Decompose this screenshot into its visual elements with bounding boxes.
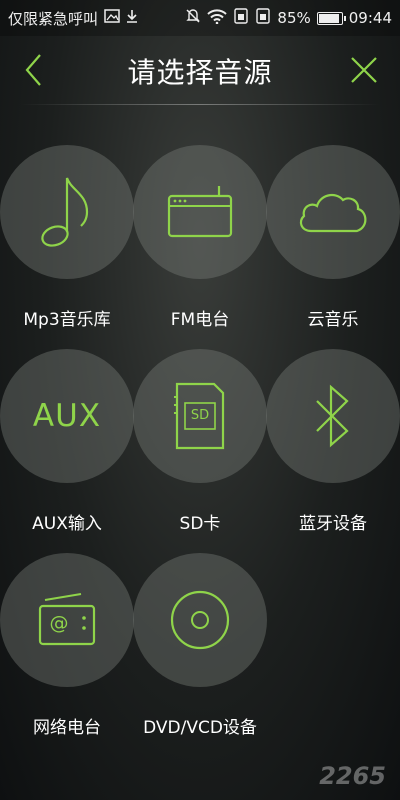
wifi-icon — [207, 8, 228, 28]
disc-icon — [170, 590, 230, 650]
carrier-text: 仅限紧急呼叫 — [8, 9, 99, 28]
source-fm-radio[interactable]: FM电台 — [133, 145, 267, 330]
source-label: FM电台 — [170, 310, 230, 330]
source-label: SD卡 — [179, 514, 221, 534]
status-bar: 仅限紧急呼叫 85% 09:44 — [0, 0, 400, 36]
close-button[interactable] — [342, 48, 386, 92]
source-circle — [133, 145, 267, 279]
back-button[interactable] — [12, 48, 56, 92]
source-label: 蓝牙设备 — [299, 514, 367, 534]
aux-icon: AUX — [32, 398, 102, 434]
cloud-icon — [299, 193, 367, 233]
sd-card-icon-text: SD — [190, 408, 210, 423]
download-icon — [126, 9, 138, 27]
source-circle — [266, 145, 400, 279]
music-note-icon — [41, 177, 89, 247]
source-sd-card[interactable]: SD SD卡 — [133, 349, 267, 534]
source-circle: @ — [0, 553, 134, 687]
battery-fill — [318, 13, 340, 23]
source-circle: AUX — [0, 349, 134, 483]
bluetooth-icon — [316, 384, 349, 448]
battery-percent: 85% — [277, 9, 311, 27]
source-circle — [0, 145, 134, 279]
source-internet-radio[interactable]: @ 网络电台 — [0, 553, 134, 738]
source-aux-input[interactable]: AUX AUX输入 — [0, 349, 134, 534]
source-circle — [266, 349, 400, 483]
source-mp3-library[interactable]: Mp3音乐库 — [0, 145, 134, 330]
internet-radio-icon: @ — [37, 592, 97, 648]
source-bluetooth[interactable]: 蓝牙设备 — [266, 349, 400, 534]
watermark-logo: 2265 — [319, 762, 386, 790]
source-label: 云音乐 — [307, 310, 359, 330]
radio-icon — [167, 186, 233, 238]
source-circle — [133, 553, 267, 687]
source-circle: SD — [133, 349, 267, 483]
chevron-left-icon — [25, 54, 41, 86]
source-cloud-music[interactable]: 云音乐 — [266, 145, 400, 330]
sim-icon — [255, 8, 271, 28]
battery-icon — [316, 11, 346, 25]
source-label: DVD/VCD设备 — [143, 718, 257, 738]
sim-icon — [233, 8, 249, 28]
sd-card-icon: SD — [174, 381, 226, 451]
source-dvd-vcd[interactable]: DVD/VCD设备 — [133, 553, 267, 738]
image-icon — [104, 9, 120, 27]
close-icon — [351, 57, 377, 83]
internet-radio-at-text: @ — [49, 612, 69, 634]
header-divider — [20, 104, 380, 105]
mute-icon — [185, 8, 201, 28]
clock: 09:44 — [348, 9, 392, 27]
status-right: 85% 09:44 — [185, 8, 392, 28]
page-title: 请选择音源 — [127, 56, 273, 89]
header: 请选择音源 — [0, 40, 400, 102]
status-left: 仅限紧急呼叫 — [8, 8, 138, 29]
